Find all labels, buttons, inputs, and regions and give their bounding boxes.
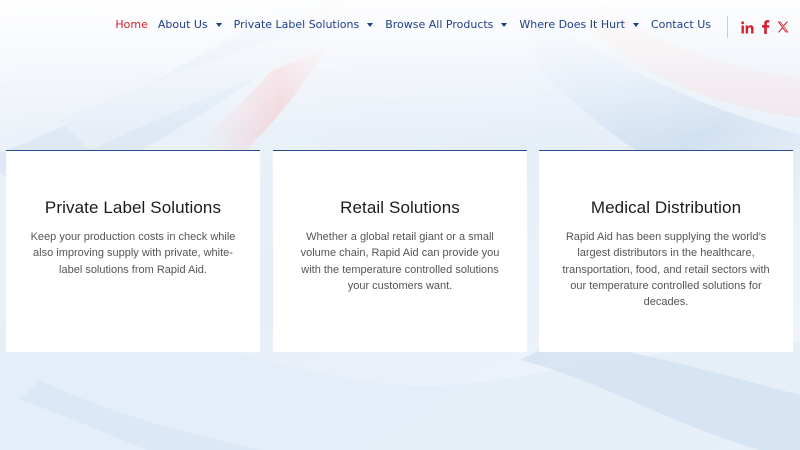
nav-home[interactable]: Home [115, 18, 147, 31]
caret-down-icon [632, 22, 639, 27]
caret-down-icon [367, 22, 374, 27]
facebook-icon[interactable] [758, 20, 772, 34]
nav-contact-us-label: Contact Us [650, 18, 711, 31]
card-retail-solutions[interactable]: Retail Solutions Whether a global retail… [273, 150, 527, 352]
main-nav: Home About Us Private Label Solutions Br… [105, 18, 711, 31]
nav-divider [727, 16, 728, 38]
nav-private-label-solutions-label: Private Label Solutions [233, 18, 360, 31]
nav-about-us[interactable]: About Us [158, 18, 224, 31]
nav-where-does-it-hurt-label: Where Does It Hurt [519, 18, 625, 31]
card-title: Retail Solutions [340, 198, 460, 217]
card-private-label-solutions[interactable]: Private Label Solutions Keep your produc… [6, 150, 260, 352]
nav-browse-all-products[interactable]: Browse All Products [385, 18, 509, 31]
caret-down-icon [215, 22, 222, 27]
social-links [740, 20, 794, 34]
card-title: Private Label Solutions [44, 198, 222, 217]
nav-contact-us[interactable]: Contact Us [651, 18, 711, 31]
caret-down-icon [501, 22, 508, 27]
nav-where-does-it-hurt[interactable]: Where Does It Hurt [519, 18, 641, 31]
x-twitter-icon[interactable] [776, 20, 790, 34]
nav-browse-all-products-label: Browse All Products [385, 18, 494, 31]
nav-about-us-label: About Us [157, 18, 208, 31]
nav-private-label-solutions[interactable]: Private Label Solutions [234, 18, 376, 31]
card-medical-distribution[interactable]: Medical Distribution Rapid Aid has been … [539, 150, 793, 352]
card-text: Keep your production costs in check whil… [30, 231, 236, 276]
nav-home-label: Home [115, 18, 148, 31]
card-text: Whether a global retail giant or a small… [300, 231, 500, 292]
linkedin-icon[interactable] [740, 20, 754, 34]
card-text: Rapid Aid has been supplying the world’s… [562, 231, 770, 309]
card-title: Medical Distribution [590, 198, 742, 217]
